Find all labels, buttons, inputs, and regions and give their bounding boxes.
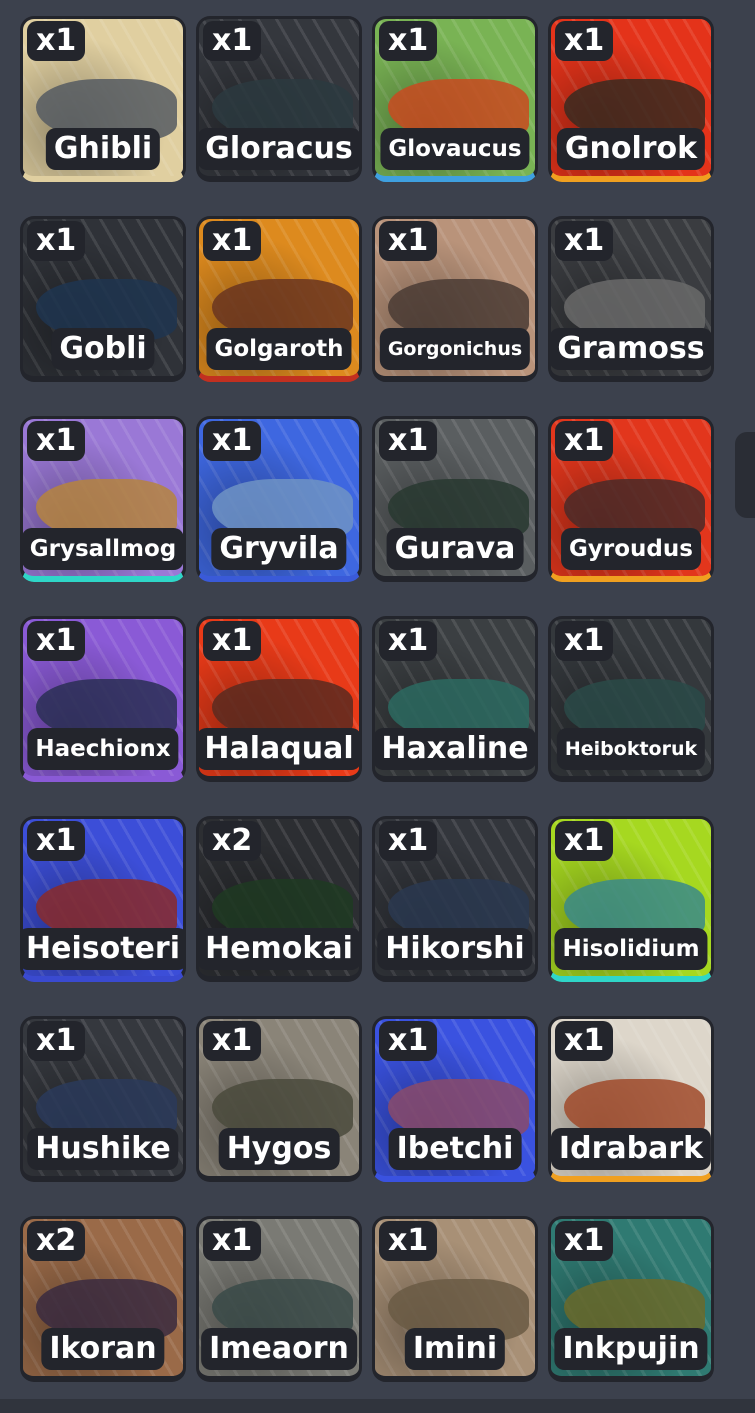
item-name-label: Ghibli xyxy=(45,128,161,170)
item-card-ikoran[interactable]: x2 Ikoran xyxy=(20,1216,186,1382)
item-card-hemokai[interactable]: x2 Hemokai xyxy=(196,816,362,982)
item-name-label: Ikoran xyxy=(41,1328,165,1370)
item-count-badge: x1 xyxy=(27,421,86,461)
item-card-gryvila[interactable]: x1 Gryvila xyxy=(196,416,362,582)
item-card-gorgonichus[interactable]: x1 Gorgonichus xyxy=(372,216,538,382)
item-count-badge: x1 xyxy=(203,221,262,261)
inventory-grid: x1 Ghibli x1 Gloracus x1 Glovaucus x1 Gnolrok x1… xyxy=(20,16,720,1382)
item-name-label: Glovaucus xyxy=(380,128,530,170)
item-card-idrabark[interactable]: x1 Idrabark xyxy=(548,1016,714,1182)
item-name-label: Imini xyxy=(404,1328,506,1370)
item-card-golgaroth[interactable]: x1 Golgaroth xyxy=(196,216,362,382)
item-count-badge: x1 xyxy=(379,421,438,461)
item-name-label: Haxaline xyxy=(375,728,535,770)
item-card-imini[interactable]: x1 Imini xyxy=(372,1216,538,1382)
item-name-label: Inkpujin xyxy=(554,1328,708,1370)
item-name-label: Haechionx xyxy=(27,728,179,770)
item-card-haxaline[interactable]: x1 Haxaline xyxy=(372,616,538,782)
item-count-badge: x1 xyxy=(555,221,614,261)
item-card-gurava[interactable]: x1 Gurava xyxy=(372,416,538,582)
item-name-label: Hygos xyxy=(218,1128,340,1170)
item-name-label: Gloracus xyxy=(199,128,359,170)
item-card-heisoteri[interactable]: x1 Heisoteri xyxy=(20,816,186,982)
item-name-label: Gobli xyxy=(51,328,155,370)
item-name-label: Heiboktoruk xyxy=(556,728,706,770)
item-name-label: Heisoteri xyxy=(23,928,183,970)
item-card-gramoss[interactable]: x1 Gramoss xyxy=(548,216,714,382)
item-card-inkpujin[interactable]: x1 Inkpujin xyxy=(548,1216,714,1382)
item-card-halaqual[interactable]: x1 Halaqual xyxy=(196,616,362,782)
item-count-badge: x1 xyxy=(379,21,438,61)
item-count-badge: x1 xyxy=(27,221,86,261)
item-name-label: Gyroudus xyxy=(561,528,701,570)
item-card-gyroudus[interactable]: x1 Gyroudus xyxy=(548,416,714,582)
item-card-hygos[interactable]: x1 Hygos xyxy=(196,1016,362,1182)
item-card-gnolrok[interactable]: x1 Gnolrok xyxy=(548,16,714,182)
item-count-badge: x1 xyxy=(379,621,438,661)
item-count-badge: x1 xyxy=(379,221,438,261)
item-count-badge: x1 xyxy=(555,21,614,61)
item-count-badge: x1 xyxy=(27,21,86,61)
item-card-hushike[interactable]: x1 Hushike xyxy=(20,1016,186,1182)
item-card-gloracus[interactable]: x1 Gloracus xyxy=(196,16,362,182)
item-name-label: Gnolrok xyxy=(556,128,706,170)
item-name-label: Ibetchi xyxy=(388,1128,522,1170)
item-card-gobli[interactable]: x1 Gobli xyxy=(20,216,186,382)
item-count-badge: x1 xyxy=(379,1221,438,1261)
item-card-glovaucus[interactable]: x1 Glovaucus xyxy=(372,16,538,182)
item-name-label: Halaqual xyxy=(199,728,359,770)
item-count-badge: x1 xyxy=(379,821,438,861)
item-count-badge: x1 xyxy=(203,1221,262,1261)
item-count-badge: x1 xyxy=(379,1021,438,1061)
item-count-badge: x1 xyxy=(203,1021,262,1061)
item-name-label: Hemokai xyxy=(199,928,359,970)
item-card-ghibli[interactable]: x1 Ghibli xyxy=(20,16,186,182)
scroll-handle[interactable] xyxy=(735,432,755,518)
item-card-hisolidium[interactable]: x1 Hisolidium xyxy=(548,816,714,982)
item-count-badge: x1 xyxy=(203,21,262,61)
item-count-badge: x1 xyxy=(555,421,614,461)
item-name-label: Gramoss xyxy=(551,328,711,370)
item-count-badge: x1 xyxy=(203,421,262,461)
item-name-label: Idrabark xyxy=(551,1128,711,1170)
item-name-label: Gurava xyxy=(386,528,524,570)
item-card-hikorshi[interactable]: x1 Hikorshi xyxy=(372,816,538,982)
item-name-label: Golgaroth xyxy=(206,328,352,370)
bottom-bar xyxy=(0,1399,755,1413)
item-count-badge: x1 xyxy=(203,621,262,661)
item-name-label: Grysallmog xyxy=(23,528,183,570)
item-count-badge: x1 xyxy=(27,821,86,861)
item-count-badge: x2 xyxy=(203,821,262,861)
item-count-badge: x1 xyxy=(27,621,86,661)
item-card-grysallmog[interactable]: x1 Grysallmog xyxy=(20,416,186,582)
item-count-badge: x1 xyxy=(555,621,614,661)
item-name-label: Hikorshi xyxy=(377,928,533,970)
item-name-label: Gorgonichus xyxy=(379,328,531,370)
item-name-label: Gryvila xyxy=(211,528,347,570)
item-count-badge: x1 xyxy=(555,1021,614,1061)
item-card-ibetchi[interactable]: x1 Ibetchi xyxy=(372,1016,538,1182)
item-card-imeaorn[interactable]: x1 Imeaorn xyxy=(196,1216,362,1382)
item-card-heiboktoruk[interactable]: x1 Heiboktoruk xyxy=(548,616,714,782)
item-count-badge: x1 xyxy=(555,821,614,861)
item-name-label: Hisolidium xyxy=(554,928,708,970)
item-count-badge: x2 xyxy=(27,1221,86,1261)
item-count-badge: x1 xyxy=(555,1221,614,1261)
item-name-label: Imeaorn xyxy=(201,1328,357,1370)
item-card-haechionx[interactable]: x1 Haechionx xyxy=(20,616,186,782)
item-count-badge: x1 xyxy=(27,1021,86,1061)
item-name-label: Hushike xyxy=(27,1128,179,1170)
